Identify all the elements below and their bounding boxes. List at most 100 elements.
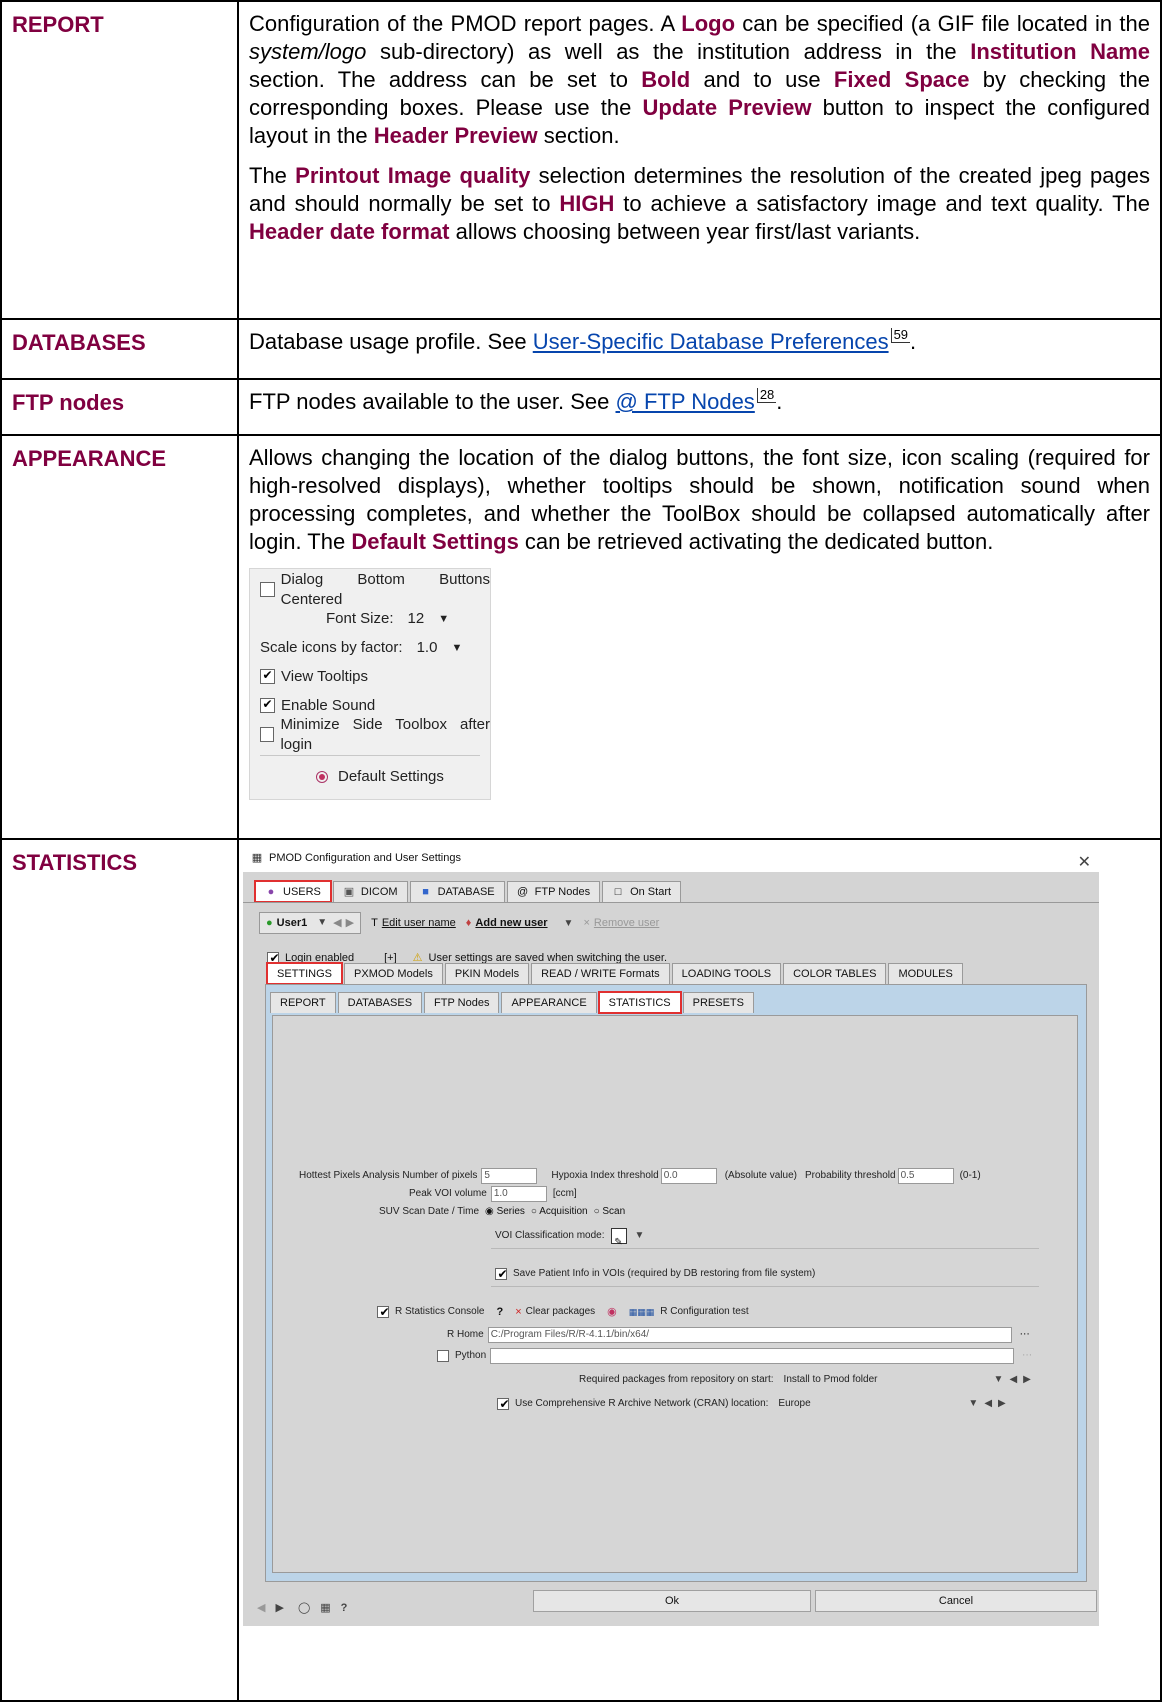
tab-database[interactable]: ■ DATABASE [409,881,505,902]
view-tooltips-checkbox[interactable] [260,669,275,684]
scale-icons-value[interactable]: 1.0 [417,638,438,658]
tab-pkin-models[interactable]: PKIN Models [444,963,530,984]
ftp-nodes-link[interactable]: @ FTP Nodes [616,389,755,414]
user-dropdown-icon[interactable]: ▼ [317,909,327,937]
cran-checkbox[interactable] [497,1398,511,1411]
row-statistics: STATISTICS ▦ PMOD Configuration and User… [0,838,1162,1702]
tab-color-tables[interactable]: COLOR TABLES [783,963,887,984]
dicom-icon: ▣ [343,886,355,898]
tab-report[interactable]: REPORT [270,992,336,1013]
add-user-icon: ♦ [465,916,472,929]
tab-modules[interactable]: MODULES [888,963,963,984]
prev-user-icon[interactable]: ◀ [333,909,341,937]
row-description: FTP nodes available to the user. See @ F… [237,378,1162,436]
database-preferences-link[interactable]: User-Specific Database Preferences [533,329,889,354]
dialog-title: PMOD Configuration and User Settings [269,852,461,864]
cran-row: Use Comprehensive R Archive Network (CRA… [497,1390,1006,1418]
minimize-toolbox-row[interactable]: Minimize Side Toolbox after login [250,716,490,753]
prev-icon[interactable]: ◀ [1009,1366,1017,1394]
font-size-value[interactable]: 12 [408,609,425,629]
camera-icon[interactable]: ◯ [298,1594,310,1622]
statistics-panel: Hottest Pixels Analysis Number of pixels… [272,1015,1078,1573]
centered-buttons-row[interactable]: Dialog Bottom Buttons Centered [250,571,490,608]
scale-icons-row: Scale icons by factor: 1.0 ▼ [260,638,463,658]
python-checkbox[interactable] [437,1350,449,1362]
tab-users[interactable]: ● USERS [254,880,332,903]
voi-mode-dropdown-icon[interactable]: ▼ [635,1222,645,1250]
python-input[interactable] [490,1348,1015,1364]
page-reference[interactable]: 28 [756,388,777,403]
centered-buttons-checkbox[interactable] [260,582,275,597]
ok-button[interactable]: Ok [533,1590,811,1612]
view-tooltips-row[interactable]: View Tooltips [250,662,490,691]
tab-presets[interactable]: PRESETS [682,992,754,1013]
add-user-dropdown-icon[interactable]: ▼ [564,918,574,929]
edit-user-button[interactable]: T Edit user name [371,909,456,937]
tab-ftp-nodes[interactable]: @ FTP Nodes [506,881,601,902]
footer-tools: ◀ ▶ ◯ ▦ ? [257,1594,347,1622]
default-settings-button[interactable]: Default Settings [250,762,490,791]
tab-settings[interactable]: SETTINGS [265,962,344,985]
tab-loading-tools[interactable]: LOADING TOOLS [671,963,782,984]
row-databases: DATABASES Database usage profile. See Us… [0,318,1162,380]
cran-location-select[interactable]: Europe [778,1390,968,1418]
row-description: Configuration of the PMOD report pages. … [237,0,1162,320]
prev-icon[interactable]: ◀ [984,1390,992,1418]
add-user-button[interactable]: ♦ Add new user ▼ [466,909,574,938]
users-icon: ● [267,886,275,898]
tab-on-start[interactable]: □ On Start [602,881,682,902]
settings-panel: REPORT DATABASES FTP Nodes APPEARANCE ST… [265,984,1087,1582]
divider [491,1248,1039,1249]
minimize-toolbox-checkbox[interactable] [260,727,275,742]
help-icon[interactable]: ? [341,1594,348,1622]
row-key: APPEARANCE [0,434,239,840]
user-status-icon: ● [266,917,273,929]
prev-icon[interactable]: ◀ [257,1594,265,1622]
row-description: Allows changing the location of the dial… [237,434,1162,840]
next-icon[interactable]: ▶ [275,1594,283,1622]
row-key: DATABASES [0,318,239,380]
settings-tabs: SETTINGS PXMOD Models PKIN Models READ /… [265,960,965,985]
tab-pxmod-models[interactable]: PXMOD Models [344,963,443,984]
next-user-icon[interactable]: ▶ [346,909,354,937]
save-patient-row[interactable]: Save Patient Info in VOIs (required by D… [495,1260,815,1288]
report-paragraph-1: Configuration of the PMOD report pages. … [249,11,1151,148]
remove-user-button[interactable]: × Remove user [583,909,659,937]
divider [260,755,480,756]
cancel-button[interactable]: Cancel [815,1590,1097,1612]
tab-databases[interactable]: DATABASES [337,992,423,1013]
r-console-checkbox[interactable] [377,1306,391,1319]
user-selector[interactable]: ● User1 ▼ ◀ ▶ [259,909,362,937]
font-size-dropdown-icon[interactable]: ▼ [438,609,449,629]
cran-dropdown-icon[interactable]: ▼ [968,1390,978,1418]
report-paragraph-2: The Printout Image quality selection det… [249,163,1150,244]
row-report: REPORT Configuration of the PMOD report … [0,0,1162,320]
tab-dicom[interactable]: ▣ DICOM [332,881,408,902]
row-appearance: APPEARANCE Allows changing the location … [0,434,1162,840]
next-icon[interactable]: ▶ [1023,1366,1031,1394]
at-icon: @ [517,886,529,898]
save-icon[interactable]: ▦ [320,1594,330,1622]
voi-mode-icon[interactable]: ✎ [610,1228,627,1248]
row-ftp-nodes: FTP nodes FTP nodes available to the use… [0,378,1162,436]
voi-classification-row: VOI Classification mode: ✎ ▼ [495,1222,644,1250]
hypoxia-threshold-input[interactable]: 0.0 [660,1168,717,1184]
tab-appearance[interactable]: APPEARANCE [501,992,597,1013]
tab-read-write-formats[interactable]: READ / WRITE Formats [531,963,670,984]
save-patient-checkbox[interactable] [495,1268,509,1281]
preferences-table: REPORT Configuration of the PMOD report … [0,0,1162,1702]
divider [491,1286,1039,1287]
tab-statistics[interactable]: STATISTICS [597,991,682,1014]
next-icon[interactable]: ▶ [998,1390,1006,1418]
database-icon: ■ [422,886,429,898]
r-home-input[interactable]: C:/Program Files/R/R-4.1.1/bin/x64/ [487,1327,1012,1343]
probability-threshold-input[interactable]: 0.5 [897,1168,954,1184]
text-icon: T [371,917,378,929]
enable-sound-checkbox[interactable] [260,698,275,713]
page-reference[interactable]: 59 [890,328,911,343]
dialog-titlebar: ▦ PMOD Configuration and User Settings ✕ [243,846,1099,871]
remove-icon: × [583,917,590,929]
scale-dropdown-icon[interactable]: ▼ [451,638,462,658]
tab-ftp-nodes-sub[interactable]: FTP Nodes [424,992,500,1013]
row-description: Database usage profile. See User-Specifi… [237,318,1162,380]
